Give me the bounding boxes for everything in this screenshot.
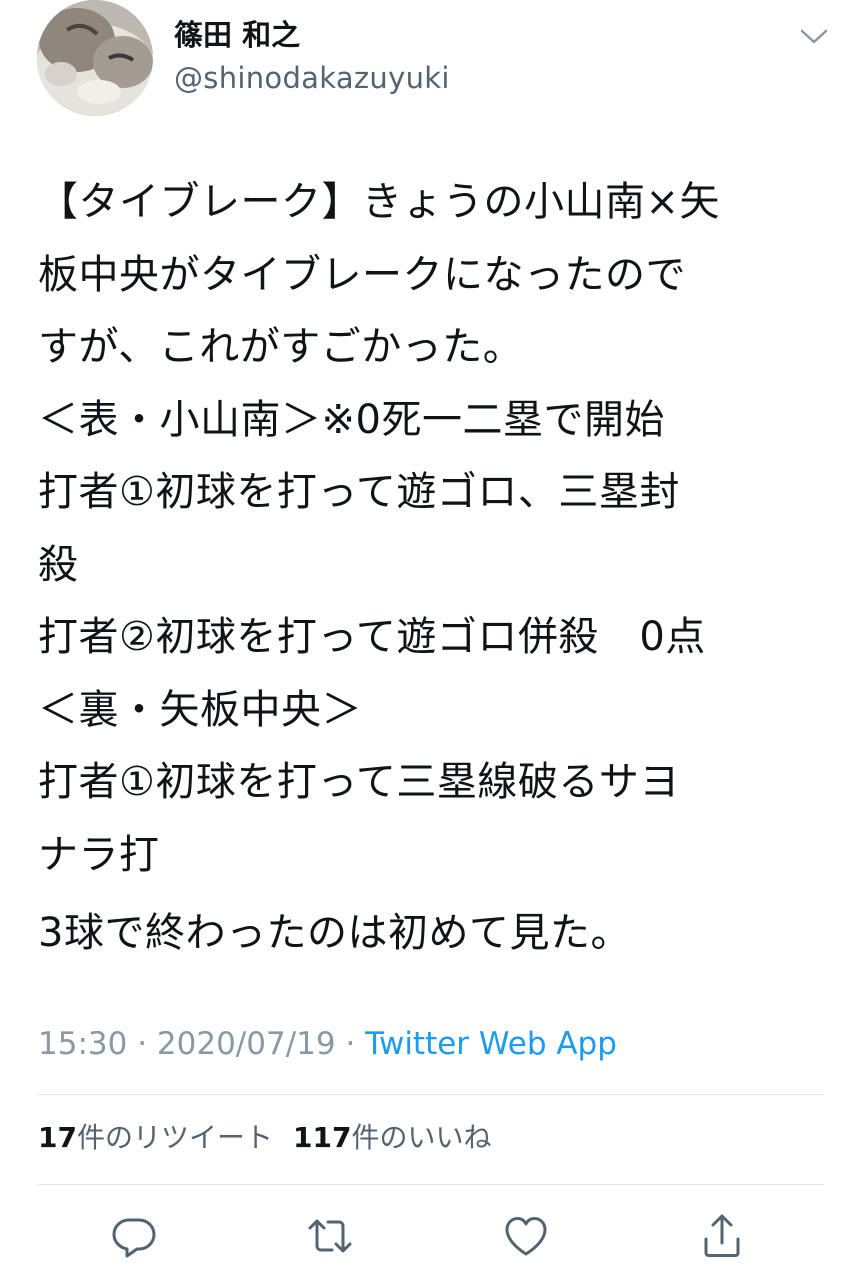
- cat-avatar-icon[interactable]: [37, 0, 153, 116]
- tweet-line: ＜表・小山南＞※0死一二塁で開始: [38, 396, 665, 443]
- author-handle[interactable]: @shinodakazuyuki: [174, 60, 450, 96]
- tweet-line: 打者①初球を打って三塁線破るサヨ: [38, 759, 680, 805]
- like-button[interactable]: [502, 1212, 550, 1260]
- retweets-stat[interactable]: 17件のリツイート: [38, 1118, 273, 1158]
- heart-icon: [505, 1217, 547, 1256]
- tweet-line: 殺: [38, 541, 79, 588]
- reply-icon: [112, 1218, 156, 1258]
- retweet-button[interactable]: [306, 1212, 354, 1260]
- tweet-date[interactable]: 2020/07/19: [157, 1026, 336, 1062]
- share-button[interactable]: [698, 1212, 746, 1260]
- likes-label: 件のいいね: [351, 1121, 492, 1154]
- meta-separator: ·: [127, 1026, 157, 1062]
- tweet-stats: 17件のリツイート 117件のいいね: [38, 1118, 491, 1158]
- tweet-line: 板中央がタイブレークになったので: [38, 251, 686, 298]
- meta-separator: ·: [335, 1026, 366, 1062]
- tweet-line: 【タイブレーク】きょうの小山南×矢: [38, 179, 721, 225]
- tweet-text: 【タイブレーク】きょうの小山南×矢 板中央がタイブレークになったので すが、これ…: [38, 166, 838, 970]
- likes-stat[interactable]: 117件のいいね: [293, 1118, 491, 1158]
- tweet-line: 打者①初球を打って遊ゴロ、三塁封: [38, 469, 680, 515]
- tweet-closing-line: 3球で終わったのは初めて見た。: [38, 910, 631, 956]
- author-display-name[interactable]: 篠田 和之: [174, 17, 300, 53]
- reply-button[interactable]: [110, 1212, 158, 1260]
- chevron-down-icon[interactable]: [798, 24, 830, 48]
- share-icon: [704, 1214, 740, 1257]
- retweets-label: 件のリツイート: [76, 1121, 273, 1154]
- tweet-line: ＜裏・矢板中央＞: [38, 686, 362, 733]
- tweet-line: すが、これがすごかった。: [38, 324, 524, 370]
- tweet-time[interactable]: 15:30: [38, 1026, 127, 1062]
- divider: [38, 1094, 824, 1095]
- tweet-meta: 15:30 · 2020/07/19 · Twitter Web App: [38, 1022, 617, 1066]
- tweet-source-link[interactable]: Twitter Web App: [365, 1026, 617, 1062]
- divider: [38, 1184, 824, 1185]
- retweets-count: 17: [38, 1121, 77, 1154]
- tweet-line: ナラ打: [38, 831, 160, 878]
- tweet-line: 打者②初球を打って遊ゴロ併殺 0点: [38, 614, 706, 660]
- tweet-header: 篠田 和之 @shinodakazuyuki: [0, 0, 860, 130]
- retweet-icon: [308, 1219, 352, 1253]
- tweet-actions: [0, 1212, 860, 1260]
- likes-count: 117: [292, 1121, 352, 1154]
